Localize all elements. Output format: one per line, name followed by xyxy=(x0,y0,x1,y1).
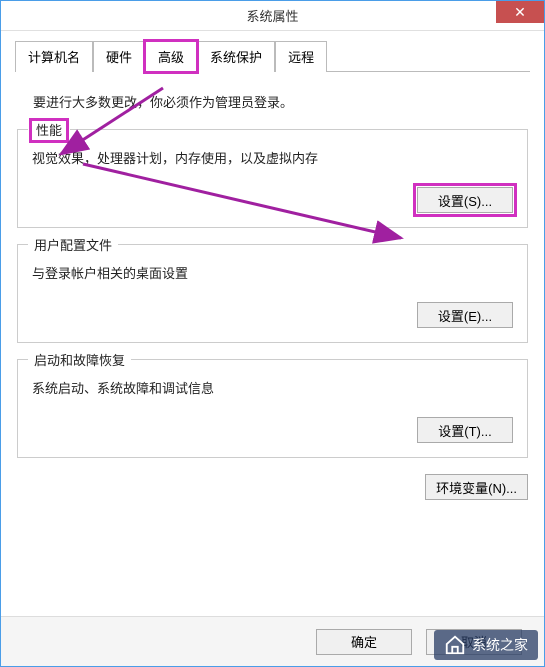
tab-hardware[interactable]: 硬件 xyxy=(93,41,145,72)
group-startup-recovery-desc: 系统启动、系统故障和调试信息 xyxy=(32,378,513,397)
system-properties-window: 系统属性 ✕ 计算机名 硬件 高级 系统保护 远程 要进行大多数更改，你必须作为… xyxy=(0,0,545,667)
close-icon: ✕ xyxy=(514,4,526,21)
group-user-profiles-desc: 与登录帐户相关的桌面设置 xyxy=(32,263,513,282)
performance-settings-button[interactable]: 设置(S)... xyxy=(417,187,513,213)
ok-button[interactable]: 确定 xyxy=(316,629,412,655)
tab-remote[interactable]: 远程 xyxy=(275,41,327,72)
performance-title-highlight: 性能 xyxy=(34,123,64,138)
startup-recovery-settings-button[interactable]: 设置(T)... xyxy=(417,417,513,443)
window-title: 系统属性 xyxy=(246,6,298,25)
content-area: 计算机名 硬件 高级 系统保护 远程 要进行大多数更改，你必须作为管理员登录。 … xyxy=(1,31,544,666)
group-performance-desc: 视觉效果，处理器计划，内存使用，以及虚拟内存 xyxy=(32,148,513,167)
group-performance-btn-row: 设置(S)... xyxy=(32,187,513,213)
group-performance: 性能 视觉效果，处理器计划，内存使用，以及虚拟内存 设置(S)... xyxy=(17,129,528,228)
close-button[interactable]: ✕ xyxy=(496,1,544,23)
house-icon xyxy=(444,634,466,656)
user-profiles-settings-button[interactable]: 设置(E)... xyxy=(417,302,513,328)
admin-note: 要进行大多数更改，你必须作为管理员登录。 xyxy=(33,92,530,111)
group-startup-recovery: 启动和故障恢复 系统启动、系统故障和调试信息 设置(T)... xyxy=(17,359,528,458)
group-user-profiles-title: 用户配置文件 xyxy=(28,235,118,254)
group-startup-recovery-btn-row: 设置(T)... xyxy=(32,417,513,443)
tab-system-protection[interactable]: 系统保护 xyxy=(197,41,275,72)
tab-computer-name[interactable]: 计算机名 xyxy=(15,41,93,72)
tab-advanced[interactable]: 高级 xyxy=(145,41,197,72)
group-user-profiles-btn-row: 设置(E)... xyxy=(32,302,513,328)
group-user-profiles: 用户配置文件 与登录帐户相关的桌面设置 设置(E)... xyxy=(17,244,528,343)
tab-strip: 计算机名 硬件 高级 系统保护 远程 xyxy=(15,41,530,72)
watermark: 系统之家 xyxy=(434,630,538,660)
watermark-text: 系统之家 xyxy=(472,635,528,655)
env-variables-row: 环境变量(N)... xyxy=(17,474,528,500)
environment-variables-button[interactable]: 环境变量(N)... xyxy=(425,474,528,500)
group-performance-title: 性能 xyxy=(28,120,70,139)
titlebar: 系统属性 ✕ xyxy=(1,1,544,31)
group-startup-recovery-title: 启动和故障恢复 xyxy=(28,350,131,369)
